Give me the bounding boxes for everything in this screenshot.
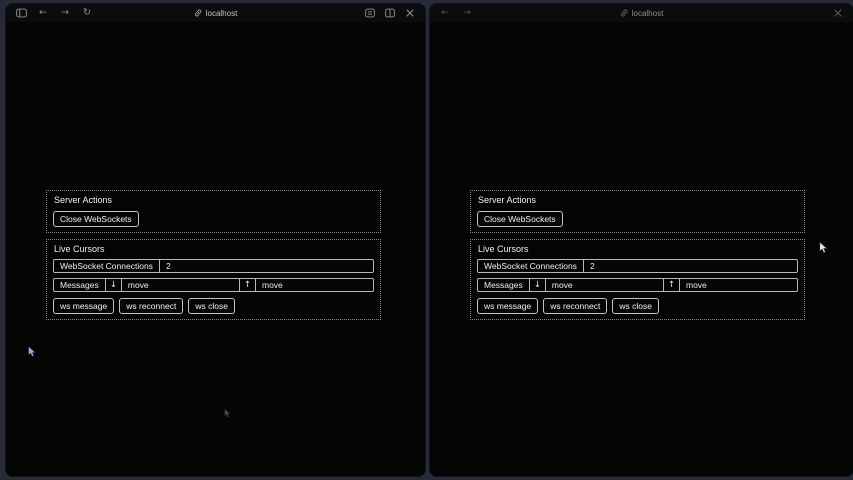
server-actions-panel: Server Actions Close WebSockets — [46, 190, 381, 233]
close-icon[interactable] — [832, 7, 844, 19]
ws-buttons-row: ws message ws reconnect ws close — [477, 298, 798, 314]
address-bar[interactable]: localhost — [194, 4, 238, 22]
reload-icon[interactable]: ↻ — [81, 7, 93, 19]
browser-window-right: ← → localhost Server Actions Close WebSo… — [430, 4, 853, 476]
page-content: Server Actions Close WebSockets Live Cur… — [6, 22, 425, 476]
close-websockets-button[interactable]: Close WebSockets — [477, 211, 563, 227]
connections-label: WebSocket Connections — [54, 260, 159, 272]
live-cursors-title: Live Cursors — [478, 244, 798, 255]
link-icon — [620, 9, 628, 17]
panel-column: Server Actions Close WebSockets Live Cur… — [46, 190, 381, 326]
websocket-connections-row: WebSocket Connections 2 — [53, 259, 374, 273]
arrow-down-icon: ↓ — [529, 279, 545, 291]
back-icon[interactable]: ← — [439, 7, 451, 19]
address-bar[interactable]: localhost — [620, 4, 664, 22]
ws-message-button[interactable]: ws message — [477, 298, 538, 314]
messages-label: Messages — [478, 279, 529, 291]
live-cursors-title: Live Cursors — [54, 244, 374, 255]
menu-icon[interactable] — [364, 7, 376, 19]
server-actions-panel: Server Actions Close WebSockets — [470, 190, 805, 233]
incoming-message-value: move — [121, 279, 239, 291]
sidebar-toggle-icon[interactable] — [15, 7, 27, 19]
live-cursors-panel: Live Cursors WebSocket Connections 2 Mes… — [46, 239, 381, 320]
panel-column: Server Actions Close WebSockets Live Cur… — [470, 190, 805, 326]
forward-icon[interactable]: → — [461, 7, 473, 19]
incoming-message-value: move — [545, 279, 663, 291]
messages-row: Messages ↓ move ↑ move — [53, 278, 374, 292]
ws-message-button[interactable]: ws message — [53, 298, 114, 314]
page-title: localhost — [206, 9, 238, 18]
server-actions-title: Server Actions — [54, 195, 374, 206]
arrow-up-icon: ↑ — [239, 279, 255, 291]
messages-row: Messages ↓ move ↑ move — [477, 278, 798, 292]
live-cursors-panel: Live Cursors WebSocket Connections 2 Mes… — [470, 239, 805, 320]
outgoing-message-value: move — [255, 279, 373, 291]
server-actions-title: Server Actions — [478, 195, 798, 206]
arrow-down-icon: ↓ — [105, 279, 121, 291]
outgoing-message-value: move — [679, 279, 797, 291]
messages-label: Messages — [54, 279, 105, 291]
ws-reconnect-button[interactable]: ws reconnect — [543, 298, 607, 314]
page-title: localhost — [632, 9, 664, 18]
close-icon[interactable] — [404, 7, 416, 19]
link-icon — [194, 9, 202, 17]
connections-label: WebSocket Connections — [478, 260, 583, 272]
ws-buttons-row: ws message ws reconnect ws close — [53, 298, 374, 314]
ws-close-button[interactable]: ws close — [612, 298, 659, 314]
page-content: Server Actions Close WebSockets Live Cur… — [430, 22, 853, 476]
forward-icon[interactable]: → — [59, 7, 71, 19]
os-cursor — [819, 241, 828, 260]
remote-cursor-blue — [28, 345, 36, 363]
back-icon[interactable]: ← — [37, 7, 49, 19]
browser-window-left: ← → ↻ localhost — [6, 4, 425, 476]
arrow-up-icon: ↑ — [663, 279, 679, 291]
connections-value: 2 — [583, 260, 797, 272]
ws-close-button[interactable]: ws close — [188, 298, 235, 314]
connections-value: 2 — [159, 260, 373, 272]
ws-reconnect-button[interactable]: ws reconnect — [119, 298, 183, 314]
split-view-icon[interactable] — [384, 7, 396, 19]
close-websockets-button[interactable]: Close WebSockets — [53, 211, 139, 227]
remote-cursor-dim — [224, 406, 231, 424]
browser-toolbar: ← → localhost — [430, 4, 853, 22]
browser-toolbar: ← → ↻ localhost — [6, 4, 425, 22]
websocket-connections-row: WebSocket Connections 2 — [477, 259, 798, 273]
